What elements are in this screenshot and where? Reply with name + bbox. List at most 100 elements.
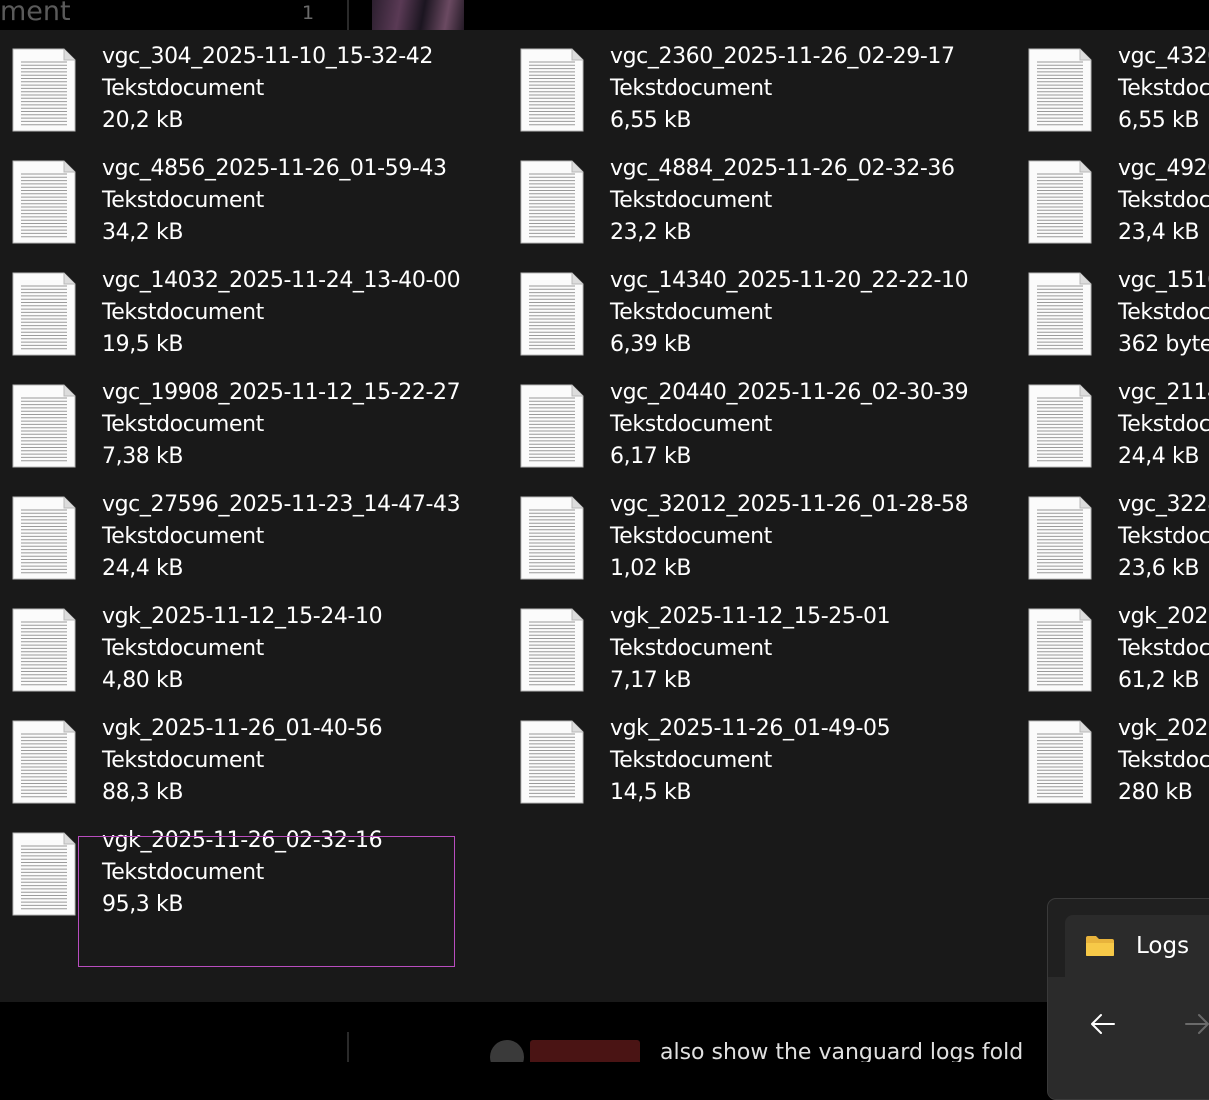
file-item[interactable]: vgc_19908_2025-11-12_15-22-27 Tekstdocume… [0,370,461,474]
file-name: vgk_2025-11-26_01-49-05 [610,716,891,741]
back-arrow-icon[interactable] [1088,1009,1118,1039]
file-size: 6,17 kB [610,444,692,469]
text-document-icon [520,608,584,692]
header-fragment: ment [0,0,71,27]
file-name: vgc_4856_2025-11-26_01-59-43 [102,156,447,181]
file-list-pane: vgk_2025 Tekstdoc 280 kB vgk_2025 Tekstdoc 61… [0,30,1209,1002]
file-item[interactable]: vgk_2025-11-26_01-49-05 Tekstdocument 14,5… [508,706,968,810]
file-type: Tekstdoc [1118,748,1209,773]
thumbnail-image [372,0,464,30]
file-name: vgc_14032_2025-11-24_13-40-00 [102,268,461,293]
file-item[interactable]: vgk_2025-11-26_01-40-56 Tekstdocument 88,3… [0,706,460,810]
file-size: 362 bytes [1118,332,1209,357]
file-size: 7,38 kB [102,444,184,469]
file-type: Tekstdoc [1118,412,1209,437]
file-item[interactable]: vgk_2025 Tekstdoc 61,2 kB [1016,594,1209,698]
file-item[interactable]: vgc_27596_2025-11-23_14-47-43 Tekstdocume… [0,482,461,586]
file-item[interactable]: vgc_4856_2025-11-26_01-59-43 Tekstdocumen… [0,146,460,250]
file-item[interactable]: vgc_20440_2025-11-26_02-30-39 Tekstdocume… [508,370,969,474]
file-type: Tekstdocument [102,636,264,661]
text-document-icon [1028,608,1092,692]
text-document-icon [12,832,76,916]
file-type: Tekstdocument [102,76,264,101]
file-type: Tekstdoc [1118,300,1209,325]
file-name: vgc_3228 [1118,492,1209,517]
file-name: vgk_2025 [1118,716,1209,741]
file-item[interactable]: vgc_32012_2025-11-26_01-28-58 Tekstdocume… [508,482,969,586]
file-type: Tekstdocument [610,636,772,661]
text-document-icon [520,160,584,244]
file-item[interactable]: vgk_2025-11-12_15-25-01 Tekstdocument 7,17… [508,594,968,698]
file-name: vgc_14340_2025-11-20_22-22-10 [610,268,969,293]
file-item[interactable]: vgk_2025-11-12_15-24-10 Tekstdocument 4,80… [0,594,460,698]
file-item[interactable]: vgc_2360_2025-11-26_02-29-17 Tekstdocumen… [508,34,968,138]
text-document-icon [12,272,76,356]
file-item[interactable]: vgc_2114 Tekstdoc 24,4 kB [1016,370,1209,474]
text-document-icon [1028,272,1092,356]
file-item[interactable]: vgc_14340_2025-11-20_22-22-10 Tekstdocume… [508,258,969,362]
file-size: 6,55 kB [1118,108,1200,133]
file-item[interactable]: vgc_4920 Tekstdoc 23,4 kB [1016,146,1209,250]
file-type: Tekstdocument [102,748,264,773]
text-document-icon [1028,160,1092,244]
top-strip: ment 1 [0,0,1209,30]
chat-username [530,1040,640,1062]
file-name: vgk_2025-11-12_15-25-01 [610,604,891,629]
file-size: 20,2 kB [102,108,184,133]
file-name: vgc_32012_2025-11-26_01-28-58 [610,492,969,517]
tab-label: Logs [1136,933,1190,959]
file-name: vgc_20440_2025-11-26_02-30-39 [610,380,969,405]
text-document-icon [12,496,76,580]
file-size: 23,2 kB [610,220,692,245]
file-item[interactable]: vgc_4884_2025-11-26_02-32-36 Tekstdocumen… [508,146,968,250]
file-type: Tekstdocument [102,524,264,549]
text-document-icon [12,384,76,468]
header-number: 1 [302,2,315,24]
file-item[interactable]: vgc_304_2025-11-10_15-32-42 Tekstdocument… [0,34,460,138]
text-document-icon [12,608,76,692]
text-document-icon [12,160,76,244]
file-size: 6,55 kB [610,108,692,133]
text-document-icon [520,384,584,468]
file-type: Tekstdoc [1118,188,1209,213]
file-size: 24,4 kB [102,556,184,581]
explorer-window[interactable]: Logs [1047,898,1209,1100]
file-type: Tekstdocument [610,300,772,325]
file-item[interactable]: vgc_3228 Tekstdoc 23,6 kB [1016,482,1209,586]
text-document-icon [12,720,76,804]
forward-arrow-icon[interactable] [1182,1009,1209,1039]
text-document-icon [1028,48,1092,132]
file-name: vgc_1510 [1118,268,1209,293]
file-type: Tekstdocument [610,412,772,437]
file-type: Tekstdoc [1118,524,1209,549]
file-item[interactable]: vgk_2025-11-26_02-32-16 Tekstdocument 95,3… [0,818,460,922]
file-size: 6,39 kB [610,332,692,357]
file-name: vgk_2025-11-26_01-40-56 [102,716,383,741]
file-item[interactable]: vgk_2025 Tekstdoc 280 kB [1016,706,1209,810]
file-size: 23,4 kB [1118,220,1200,245]
file-size: 14,5 kB [610,780,692,805]
text-document-icon [12,48,76,132]
file-name: vgk_2025-11-12_15-24-10 [102,604,383,629]
text-document-icon [520,496,584,580]
file-size: 95,3 kB [102,892,184,917]
text-document-icon [1028,496,1092,580]
file-size: 280 kB [1118,780,1193,805]
file-item[interactable]: vgc_1510 Tekstdoc 362 bytes [1016,258,1209,362]
folder-icon [1086,936,1114,956]
text-document-icon [1028,384,1092,468]
file-name: vgc_27596_2025-11-23_14-47-43 [102,492,461,517]
file-item[interactable]: vgc_4320 Tekstdoc 6,55 kB [1016,34,1209,138]
file-size: 19,5 kB [102,332,184,357]
file-item[interactable]: vgc_14032_2025-11-24_13-40-00 Tekstdocume… [0,258,461,362]
file-name: vgc_2114 [1118,380,1209,405]
file-type: Tekstdocument [102,188,264,213]
file-type: Tekstdocument [610,524,772,549]
text-document-icon [1028,720,1092,804]
file-size: 1,02 kB [610,556,692,581]
file-name: vgc_304_2025-11-10_15-32-42 [102,44,433,69]
file-size: 34,2 kB [102,220,184,245]
text-document-icon [520,48,584,132]
file-name: vgk_2025-11-26_02-32-16 [102,828,383,853]
divider [347,0,349,30]
